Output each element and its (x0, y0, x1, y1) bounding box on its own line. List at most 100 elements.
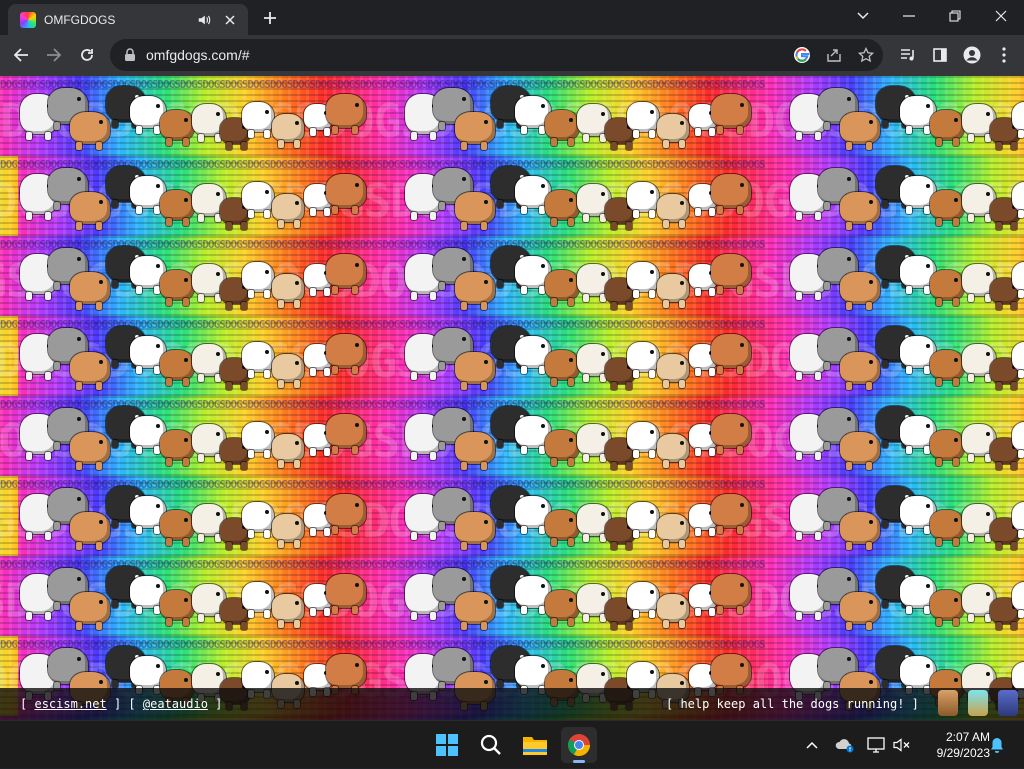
omfgdogs-page[interactable]: DOGSDOGSDOGSDOGSDOGSDOGSDOGSDOGSDOGSDOGS… (0, 76, 1024, 720)
dog-pattern-band: DOGSDOGSDOGSDOGSDOGSDOGSDOGSDOGSDOGSDOGS… (0, 396, 1024, 476)
url-text[interactable]: omfgdogs.com/# (146, 47, 787, 63)
plus-icon (264, 12, 276, 24)
onedrive-tray[interactable] (832, 721, 858, 769)
star-icon[interactable] (851, 40, 881, 70)
pixel-dog (545, 430, 579, 466)
pixel-dog (160, 110, 194, 146)
pixel-dog (930, 590, 964, 626)
reload-button[interactable] (72, 40, 102, 70)
clock-date: 9/29/2023 (936, 746, 990, 760)
pixel-dog (272, 594, 304, 628)
dog-pack (20, 84, 370, 154)
pixel-dog (657, 354, 689, 388)
dog-pack (405, 244, 755, 314)
pixel-dog (840, 272, 880, 310)
display-tray[interactable] (864, 721, 888, 769)
window-controls (840, 0, 1024, 32)
pixel-dog (711, 334, 751, 374)
pixel-dog (657, 274, 689, 308)
pixel-dog (70, 192, 110, 230)
help-keep-dogs-running-link[interactable]: [ help keep all the dogs running! ] (666, 697, 919, 711)
dog-pack (405, 484, 755, 554)
system-clock[interactable]: 2:07 AM 9/29/2023 (920, 729, 990, 761)
pixel-dog (160, 190, 194, 226)
pixel-dog (657, 114, 689, 148)
tab-search-button[interactable] (840, 0, 886, 32)
dog-pack (790, 84, 1024, 154)
pixel-dog (326, 254, 366, 294)
forward-button[interactable] (39, 40, 69, 70)
start-button[interactable] (429, 727, 465, 763)
pixel-dog (326, 494, 366, 534)
pixel-dog (272, 354, 304, 388)
pixel-dog (272, 434, 304, 468)
back-button[interactable] (6, 40, 36, 70)
more-vert-icon[interactable] (988, 40, 1020, 70)
share-icon[interactable] (819, 40, 849, 70)
windows-start-icon (436, 734, 458, 756)
onedrive-icon (835, 739, 854, 753)
address-bar[interactable]: omfgdogs.com/# (110, 39, 883, 71)
file-explorer-button[interactable] (517, 727, 553, 763)
chrome-taskbar-button[interactable] (561, 727, 597, 763)
pixel-dog (627, 422, 659, 458)
close-icon[interactable] (220, 10, 240, 30)
eataudio-link[interactable]: @eataudio (143, 697, 208, 711)
pixel-dog (160, 270, 194, 306)
pixel-dog (545, 190, 579, 226)
new-tab-button[interactable] (257, 6, 283, 30)
dog-pack (20, 564, 370, 634)
profile-icon[interactable] (956, 40, 988, 70)
pixel-dog (272, 274, 304, 308)
pixel-dog (840, 432, 880, 470)
pixel-dog (160, 430, 194, 466)
dog-pack (405, 164, 755, 234)
pixel-dog (627, 502, 659, 538)
pixel-dog (711, 654, 751, 694)
dog-pack (790, 484, 1024, 554)
bracket-close: ] (113, 697, 122, 711)
minimize-button[interactable] (886, 0, 932, 32)
pixel-dog (455, 112, 495, 150)
clock-time: 2:07 AM (945, 730, 990, 744)
dog-pack (790, 404, 1024, 474)
pixel-dog (930, 190, 964, 226)
pixel-dog (455, 432, 495, 470)
media-icon[interactable] (892, 40, 924, 70)
pixel-dog (272, 194, 304, 228)
pixel-dog (930, 350, 964, 386)
pixel-dog (70, 272, 110, 310)
bell-icon (991, 738, 1003, 753)
dog-pattern-band: DOGSDOGSDOGSDOGSDOGSDOGSDOGSDOGSDOGSDOGS… (0, 316, 1024, 396)
chrome-icon (568, 734, 590, 757)
pixel-dog (657, 514, 689, 548)
escism-link[interactable]: escism.net (34, 697, 106, 711)
search-button[interactable] (473, 727, 509, 763)
pixel-dog (455, 352, 495, 390)
search-icon (480, 734, 501, 755)
pixel-dog (711, 414, 751, 454)
close-window-button[interactable] (978, 0, 1024, 32)
pixel-dog (326, 174, 366, 214)
chevron-down-icon (857, 12, 869, 20)
reload-icon (81, 49, 93, 61)
speaker-icon[interactable] (194, 10, 214, 30)
dog-pattern-band: DOGSDOGSDOGSDOGSDOGSDOGSDOGSDOGSDOGSDOGS… (0, 476, 1024, 556)
pixel-dog (545, 510, 579, 546)
volume-tray[interactable] (890, 721, 914, 769)
side-panel-icon[interactable] (924, 40, 956, 70)
pixel-dog (272, 114, 304, 148)
pixel-dog (545, 110, 579, 146)
pixel-dog (657, 434, 689, 468)
restore-icon (949, 10, 961, 22)
file-explorer-icon (523, 737, 547, 755)
google-icon[interactable] (787, 40, 817, 70)
show-hidden-icons-button[interactable] (800, 721, 824, 769)
notifications-button[interactable] (986, 721, 1008, 769)
pixel-dog (455, 272, 495, 310)
restore-button[interactable] (932, 0, 978, 32)
dog-pack (405, 564, 755, 634)
lock-icon[interactable] (122, 47, 138, 63)
pixel-dog (242, 502, 274, 538)
tab-omfgdogs[interactable]: OMFGDOGS (8, 4, 248, 35)
